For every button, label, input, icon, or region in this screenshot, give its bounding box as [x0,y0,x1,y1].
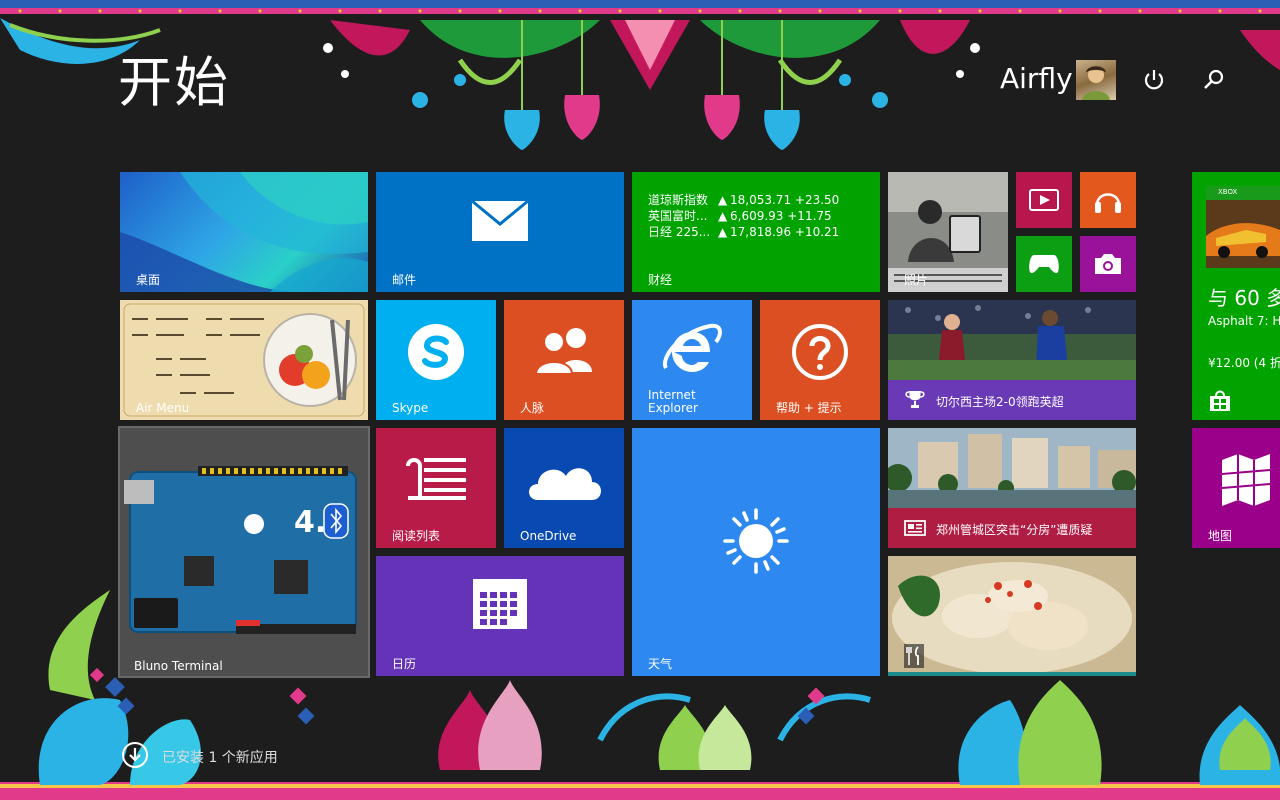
tile-reading-list[interactable]: 阅读列表 [376,428,496,548]
store-promo-title: 与 60 多 [1208,286,1280,310]
sports-headline-strip: 切尔西主场2-0领跑英超 [888,380,1136,420]
map-icon [1221,454,1271,506]
xbox-badge: XBOX [1218,188,1238,196]
tile-camera[interactable] [1080,236,1136,292]
tile-desktop[interactable]: 桌面 [120,172,368,292]
video-icon [1029,189,1059,211]
tile-label: 日历 [392,657,417,671]
mail-icon [471,200,529,241]
start-screen-title: 开始 [118,51,230,114]
store-app-name: Asphalt 7: He [1208,314,1280,328]
store-bag-icon [1210,390,1230,411]
people-icon [534,328,592,374]
fork-knife-icon [904,644,924,668]
tile-weather[interactable]: 天气 [632,428,880,676]
tile-onedrive[interactable]: OneDrive [504,428,624,548]
ticker-value: 18,053.71 +23.50 [730,193,840,207]
tile-people[interactable]: 人脉 [504,300,624,420]
tile-label: Skype [392,401,429,415]
tile-games[interactable] [1016,236,1072,292]
tile-label: 地图 [1208,529,1233,543]
tile-calendar[interactable]: 日历 [376,556,624,676]
tile-mail[interactable]: 邮件 [376,172,624,292]
news-headline-strip: 郑州管城区突击“分房”遭质疑 [888,508,1136,548]
ticker-row: 日经 225... ▲ 17,818.96 +10.21 [648,224,839,240]
tile-label: 阅读列表 [392,529,441,543]
tile-label: 桌面 [136,273,161,287]
onedrive-icon [529,468,601,500]
tile-label: 财经 [648,273,673,287]
camera-icon [1095,254,1121,274]
tile-food-drink[interactable] [888,556,1136,676]
game-controller-icon [1029,255,1059,274]
tile-skype[interactable]: Skype [376,300,496,420]
tile-sports[interactable]: 切尔西主场2-0领跑英超 [888,300,1136,420]
ticker-up-arrow: ▲ [718,209,728,223]
power-icon[interactable] [1140,66,1168,94]
headphones-icon [1095,193,1121,213]
ticker-up-arrow: ▲ [718,225,728,239]
store-price: ¥12.00 (4 折) [1208,356,1280,370]
tile-label: Internet Explorer [648,388,698,415]
down-arrow-icon [122,742,148,768]
tile-label: Air Menu [136,401,190,415]
tile-store[interactable]: XBOX 与 60 多 Asphalt 7: He ¥12.00 (4 折) [1192,172,1280,420]
tile-label: 邮件 [392,273,417,287]
search-icon[interactable] [1200,66,1228,94]
arduino-board-image: 4.0 [124,466,357,634]
news-photo [888,428,1136,508]
tile-internet-explorer[interactable]: Internet Explorer [632,300,752,420]
ticker-row: 道琼斯指数 ▲ 18,053.71 +23.50 [648,192,839,208]
tile-bluno-terminal[interactable]: 4.0 Bluno Terminal [118,426,370,678]
user-avatar [1076,60,1116,100]
newspaper-icon [904,520,926,536]
internet-explorer-icon [662,323,722,372]
xbox-game-banner: XBOX [1206,186,1280,268]
user-name: Airfly [1000,62,1073,95]
trophy-icon [905,391,925,408]
ticker-name: 日经 225... [648,225,711,239]
ticker-name: 道琼斯指数 [648,193,709,207]
tile-video[interactable] [1016,172,1072,228]
calendar-icon [473,579,527,629]
tile-label: 照片 [904,273,929,287]
tile-photos[interactable]: 照片 [888,172,1008,292]
sun-icon [723,508,789,574]
tile-maps[interactable]: 地图 [1192,428,1280,548]
tile-finance[interactable]: 道琼斯指数 ▲ 18,053.71 +23.50 英国富时... ▲ 6,609.93 … [632,172,880,292]
ticker-name: 英国富时... [648,209,708,223]
sports-photo [888,300,1136,380]
sports-headline: 切尔西主场2-0领跑英超 [936,395,1064,409]
ticker-value: 6,609.93 +11.75 [730,209,832,223]
ticker-row: 英国富时... ▲ 6,609.93 +11.75 [648,208,839,224]
skype-icon [408,324,464,380]
news-headline: 郑州管城区突击“分房”遭质疑 [936,523,1093,537]
new-apps-label: 已安装 1 个新应用 [162,750,278,766]
tile-label: Bluno Terminal [134,659,223,673]
help-icon [792,324,848,380]
tile-label: OneDrive [520,529,577,543]
tile-help-tips[interactable]: 帮助 + 提示 [760,300,880,420]
tile-music[interactable] [1080,172,1136,228]
finance-ticker: 道琼斯指数 ▲ 18,053.71 +23.50 英国富时... ▲ 6,609.93 … [648,192,839,240]
reading-list-icon [406,458,466,500]
tile-label: 人脉 [520,401,545,415]
race-car-image [1206,186,1280,268]
tile-air-menu[interactable]: Air Menu [120,300,368,420]
tile-label: 帮助 + 提示 [776,401,842,415]
tile-label: 天气 [648,657,673,671]
ticker-value: 17,818.96 +10.21 [730,225,840,239]
ticker-up-arrow: ▲ [718,193,728,207]
tile-news[interactable]: 郑州管城区突击“分房”遭质疑 [888,428,1136,548]
food-photo [888,556,1136,676]
